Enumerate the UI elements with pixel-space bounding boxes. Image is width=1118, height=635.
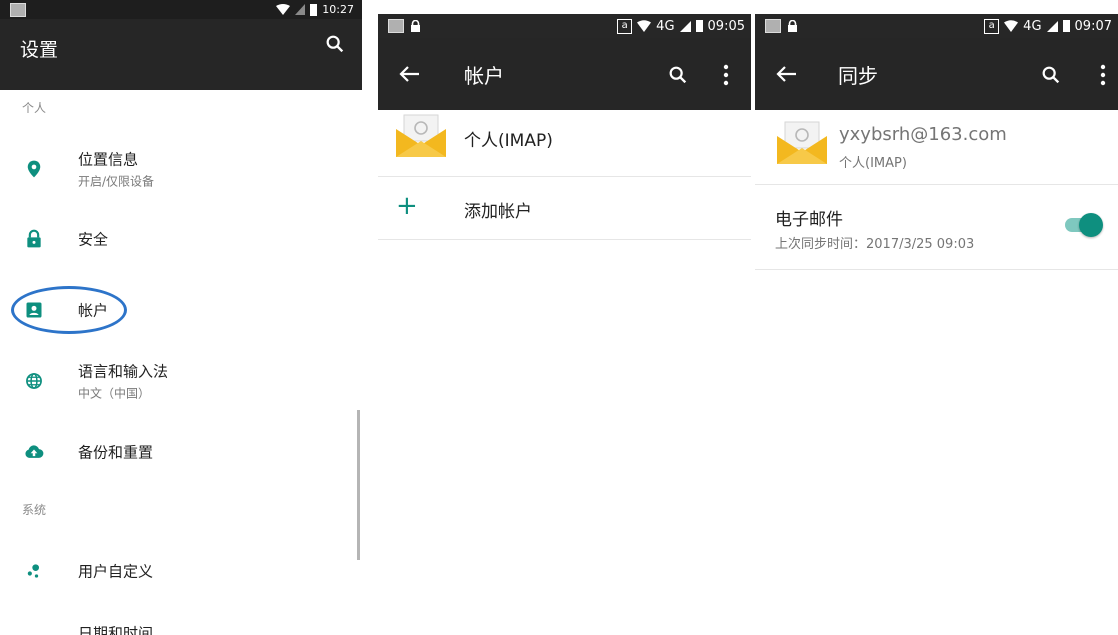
cloud-upload-icon [25, 445, 44, 458]
add-account-button[interactable]: + 添加帐户 [378, 177, 751, 240]
setting-label: 安全 [78, 230, 109, 249]
search-icon[interactable] [1040, 64, 1062, 86]
setting-item-location[interactable]: 位置信息 开启/仅限设备 [0, 139, 362, 199]
more-options-icon[interactable] [1100, 64, 1106, 86]
scrollbar-thumb[interactable] [357, 410, 360, 560]
sync-item-email[interactable]: 电子邮件 上次同步时间：2017/3/25 09:03 [755, 185, 1118, 270]
highlight-circle-annotation [11, 286, 127, 334]
page-title: 同步 [838, 64, 878, 88]
status-time: 09:07 [1074, 18, 1112, 34]
signal-off-icon [295, 4, 306, 15]
setting-item-date-time[interactable]: 日期和时间 [0, 605, 362, 635]
battery-icon [310, 3, 318, 16]
account-label: 个人(IMAP) [464, 131, 553, 151]
app-notification-icon [10, 2, 26, 17]
section-header-system: 系统 [22, 503, 47, 517]
a-status-icon: a [617, 18, 633, 34]
setting-label: 日期和时间 [78, 624, 154, 635]
account-header: yxybsrh@163.com 个人(IMAP) [755, 100, 1118, 185]
wifi-icon [1004, 20, 1019, 32]
email-envelope-icon [777, 121, 827, 164]
status-bar: a 4G 09:05 [378, 14, 751, 38]
search-icon[interactable] [667, 64, 689, 86]
account-item-imap[interactable]: 个人(IMAP) [378, 100, 751, 177]
status-time: 09:05 [707, 18, 745, 34]
globe-icon [26, 373, 42, 389]
accounts-screen: a 4G 09:05 帐户 个人(IMAP) + 添加帐户 [378, 0, 751, 635]
setting-label: 语言和输入法 [78, 362, 169, 381]
settings-screen: 10:27 设置 个人 位置信息 开启/仅限设备 安全 帐户 语言和输入法 中文… [0, 0, 362, 635]
setting-label: 位置信息 [78, 150, 139, 169]
back-arrow-icon[interactable] [398, 64, 422, 84]
more-options-icon[interactable] [723, 64, 729, 86]
status-time: 10:27 [322, 3, 354, 16]
add-account-label: 添加帐户 [464, 202, 532, 222]
back-arrow-icon[interactable] [775, 64, 799, 84]
email-envelope-icon [396, 114, 446, 157]
network-type: 4G [1023, 18, 1042, 34]
setting-label: 用户自定义 [78, 562, 154, 581]
setting-item-backup-reset[interactable]: 备份和重置 [0, 422, 362, 482]
section-header-personal: 个人 [22, 101, 47, 115]
page-title: 设置 [20, 39, 59, 61]
toggle-knob [1079, 213, 1103, 237]
location-pin-icon [27, 160, 41, 178]
signal-icon [1046, 20, 1058, 32]
status-bar: a 4G 09:07 [755, 14, 1118, 38]
setting-summary: 中文（中国） [78, 386, 151, 401]
lock-status-icon [788, 20, 797, 32]
search-icon[interactable] [324, 33, 346, 55]
account-email: yxybsrh@163.com [839, 124, 1007, 145]
lock-icon [27, 229, 41, 248]
wifi-icon [276, 4, 291, 15]
battery-icon [1062, 20, 1070, 32]
network-type: 4G [656, 18, 675, 34]
status-bar: 10:27 [0, 0, 362, 19]
app-bar: 设置 [0, 19, 362, 90]
a-status-icon: a [984, 18, 1000, 34]
account-type: 个人(IMAP) [839, 156, 907, 171]
page-title: 帐户 [464, 64, 504, 88]
signal-icon [679, 20, 691, 32]
setting-item-security[interactable]: 安全 [0, 209, 362, 269]
battery-icon [695, 20, 703, 32]
app-notification-icon [388, 19, 404, 33]
setting-label: 备份和重置 [78, 443, 154, 462]
last-sync-time: 上次同步时间：2017/3/25 09:03 [775, 237, 975, 252]
sync-item-label: 电子邮件 [775, 210, 843, 230]
customize-icon [27, 564, 39, 578]
app-notification-icon [765, 19, 781, 33]
setting-item-language-input[interactable]: 语言和输入法 中文（中国） [0, 351, 362, 411]
wifi-icon [637, 20, 652, 32]
lock-status-icon [411, 20, 420, 32]
setting-summary: 开启/仅限设备 [78, 174, 155, 189]
setting-item-customize[interactable]: 用户自定义 [0, 541, 362, 601]
sync-screen: a 4G 09:07 同步 yxybsrh@163.com 个人(IMAP) 电… [755, 0, 1118, 635]
sync-toggle[interactable] [1061, 212, 1103, 238]
plus-icon: + [396, 191, 418, 221]
